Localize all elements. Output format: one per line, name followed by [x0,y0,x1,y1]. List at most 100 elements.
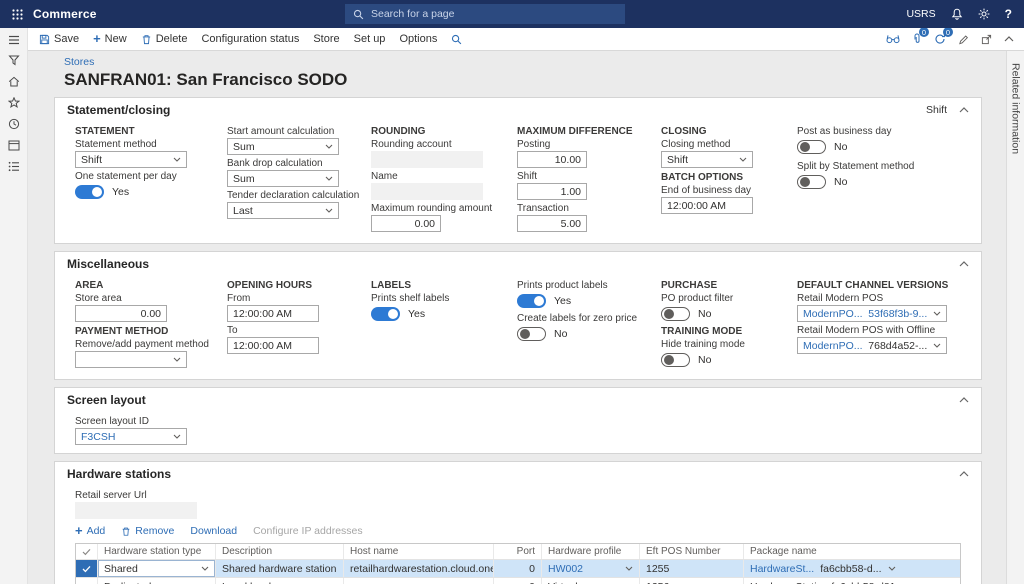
end-of-business-day-input[interactable]: 12:00:00 AM [661,197,753,214]
collapse-section-icon[interactable] [959,261,969,267]
collapse-action-pane-icon[interactable] [1004,36,1014,42]
statement-method-select[interactable]: Shift [75,151,187,168]
recent-clock-icon[interactable] [8,118,20,130]
transaction-input[interactable]: 5.00 [517,215,587,232]
host-name-cell[interactable] [344,578,494,584]
selected-value: Sum [233,173,255,185]
field-label: Retail Modern POS [797,293,961,304]
notifications-bell-icon[interactable] [951,8,963,20]
column-header-description[interactable]: Description [216,544,344,559]
filter-funnel-icon[interactable] [8,55,20,66]
opening-to-input[interactable]: 12:00:00 AM [227,337,319,354]
modules-list-icon[interactable] [8,161,20,172]
hardware-station-type-select[interactable]: Shared [98,560,216,577]
column-header-port[interactable]: Port [494,544,542,559]
port-cell[interactable]: 0 [494,578,542,584]
row-checkbox-checked[interactable] [76,560,98,577]
favorites-star-icon[interactable] [8,97,20,108]
edit-pencil-icon[interactable] [958,34,969,45]
attachments-icon[interactable]: 0 [912,33,922,45]
collapse-section-icon[interactable] [959,107,969,113]
remove-row-button[interactable]: Remove [121,525,174,537]
one-statement-per-day-toggle[interactable] [75,185,104,199]
column-header-hardware-station-type[interactable]: Hardware station type [98,544,216,559]
action-search-icon[interactable] [444,28,469,50]
help-icon[interactable]: ? [1005,7,1012,21]
add-row-button[interactable]: + Add [75,525,105,537]
table-row-shared[interactable]: Shared Shared hardware station retailhar… [76,560,960,578]
store-area-input[interactable]: 0.00 [75,305,167,322]
tender-declaration-calculation-select[interactable]: Last [227,202,339,219]
tab-options[interactable]: Options [392,28,444,50]
eft-pos-number-cell[interactable]: 1255 [640,560,744,577]
bank-drop-calculation-select[interactable]: Sum [227,170,339,187]
retail-modern-pos-offline-select[interactable]: ModernPO... 768d4a52-... [797,337,947,354]
home-icon[interactable] [8,76,20,87]
chevron-down-icon [173,157,181,162]
package-name-select[interactable]: HardwareSt... fa6cbb58-d... [744,560,960,577]
create-labels-for-zero-price-toggle[interactable] [517,327,546,341]
eft-pos-number-cell[interactable]: 1256 [640,578,744,584]
start-amount-calculation-select[interactable]: Sum [227,138,339,155]
post-as-business-day-toggle[interactable] [797,140,826,154]
closing-method-select[interactable]: Shift [661,151,753,168]
user-menu[interactable]: USRS [906,8,935,20]
retail-modern-pos-select[interactable]: ModernPO... 53f68f3b-9... [797,305,947,322]
save-button[interactable]: Save [32,28,86,50]
settings-gear-icon[interactable] [978,8,990,20]
description-cell[interactable]: Shared hardware station [216,560,344,577]
open-in-new-window-icon[interactable] [981,34,992,45]
shift-input[interactable]: 1.00 [517,183,587,200]
package-name-cell[interactable]: HardwareStati... fa6cbb58-d81... [744,578,960,584]
related-information-panel[interactable]: Related information [1006,51,1024,584]
field-rounding-account: Rounding account [371,139,517,168]
port-cell[interactable]: 0 [494,560,542,577]
new-button[interactable]: + New [86,28,134,50]
table-row-dedicated[interactable]: Dedicated Local hardware 0 Virtual 1256 … [76,578,960,584]
glasses-view-icon[interactable] [886,34,900,44]
hide-training-mode-toggle[interactable] [661,353,690,367]
posting-input[interactable]: 10.00 [517,151,587,168]
app-launcher-icon[interactable] [12,9,23,20]
section-header-miscellaneous[interactable]: Miscellaneous [55,252,981,276]
host-name-cell[interactable]: retailhardwarestation.cloud.one... [344,560,494,577]
remove-add-payment-method-select[interactable] [75,351,187,368]
delete-button[interactable]: Delete [134,28,195,50]
section-header-statement-closing[interactable]: Statement/closing Shift [55,98,981,122]
split-by-statement-method-toggle[interactable] [797,175,826,189]
tab-store[interactable]: Store [306,28,346,50]
collapse-section-icon[interactable] [959,471,969,477]
download-button[interactable]: Download [190,525,237,537]
workspaces-window-icon[interactable] [8,140,20,151]
section-header-screen-layout[interactable]: Screen layout [55,388,981,412]
select-all-checkmark-icon[interactable] [76,544,98,559]
column-header-host-name[interactable]: Host name [344,544,494,559]
field-label: Statement method [75,139,227,150]
po-product-filter-toggle[interactable] [661,307,690,321]
row-checkbox-unchecked[interactable] [76,578,98,584]
maximum-rounding-amount-input[interactable]: 0.00 [371,215,441,232]
column-header-eft-pos-number[interactable]: Eft POS Number [640,544,744,559]
field-store-area: Store area 0.00 [75,293,227,322]
screen-layout-id-select[interactable]: F3CSH [75,428,187,445]
column-header-hardware-profile[interactable]: Hardware profile [542,544,640,559]
section-title: Statement/closing [67,103,170,117]
section-header-hardware-stations[interactable]: Hardware stations [55,462,981,486]
opening-from-input[interactable]: 12:00:00 AM [227,305,319,322]
column-header-package-name[interactable]: Package name [744,544,960,559]
refresh-icon[interactable]: 0 [934,33,946,45]
hardware-profile-select[interactable]: HW002 [542,560,640,577]
menu-hamburger-icon[interactable] [8,35,20,45]
breadcrumb[interactable]: Stores [64,56,94,68]
prints-product-labels-toggle[interactable] [517,294,546,308]
prints-shelf-labels-toggle[interactable] [371,307,400,321]
description-cell[interactable]: Local hardware [216,578,344,584]
collapse-section-icon[interactable] [959,397,969,403]
tab-configuration-status[interactable]: Configuration status [194,28,306,50]
tab-set-up[interactable]: Set up [347,28,393,50]
field-split-by-statement-method: Split by Statement method No [797,161,961,190]
retail-server-url-input [75,502,197,519]
app-name[interactable]: Commerce [33,7,97,21]
global-search-input[interactable]: Search for a page [345,4,625,24]
section-summary-value: Shift [926,104,947,116]
